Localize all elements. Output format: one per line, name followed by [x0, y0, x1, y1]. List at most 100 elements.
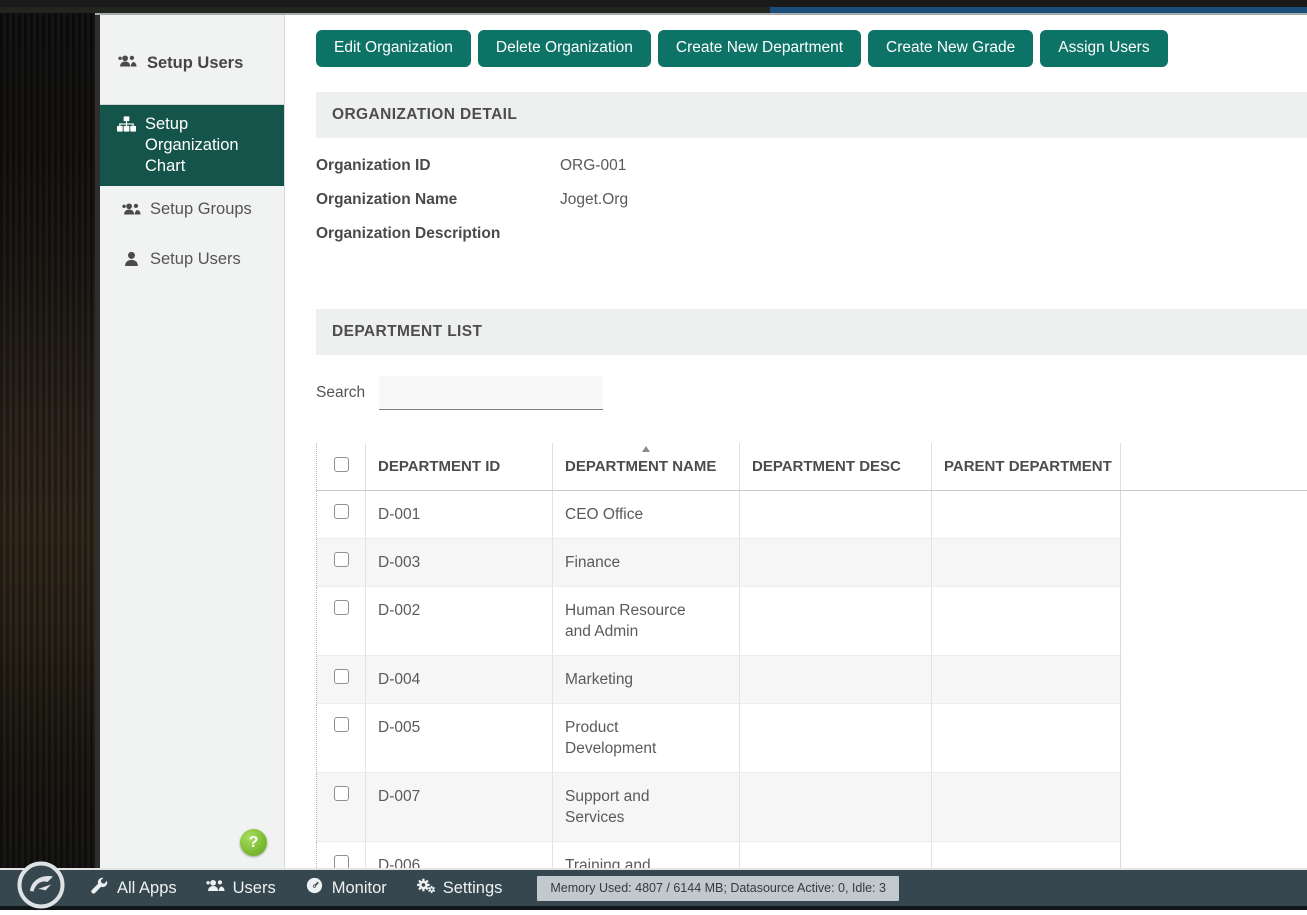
organization-detail-fields: Organization ID ORG-001 Organization Nam… — [316, 138, 1307, 284]
sort-ascending-icon — [642, 446, 650, 452]
toolbar: Edit Organization Delete Organization Cr… — [316, 30, 1307, 67]
main-content: Edit Organization Delete Organization Cr… — [286, 15, 1307, 868]
nav-item-all-apps[interactable]: All Apps — [88, 873, 179, 903]
cell-department-desc — [740, 703, 932, 772]
row-checkbox[interactable] — [334, 786, 349, 801]
field-value: Joget.Org — [560, 191, 628, 210]
cell-department-id: D-001 — [366, 490, 553, 538]
background-image-strip — [0, 7, 95, 910]
users-group-icon — [122, 201, 141, 223]
cell-parent-department — [932, 841, 1121, 868]
cell-department-id: D-003 — [366, 538, 553, 586]
cell-department-name: Support and Services — [553, 772, 740, 841]
column-header-department-name[interactable]: DEPARTMENT NAME — [553, 443, 740, 490]
department-list-header: DEPARTMENT LIST — [316, 309, 1307, 355]
sidebar-item-label: Setup Users — [150, 249, 241, 270]
assign-users-button[interactable]: Assign Users — [1040, 30, 1167, 67]
cell-department-id: D-004 — [366, 655, 553, 703]
create-new-department-button[interactable]: Create New Department — [658, 30, 861, 67]
sidebar-item-label: Setup Groups — [150, 199, 252, 220]
field-value: ORG-001 — [560, 157, 626, 176]
sidebar-item-label: Setup Organization Chart — [145, 114, 276, 177]
nav-label: Monitor — [332, 879, 387, 898]
select-all-cell — [317, 443, 366, 490]
delete-organization-button[interactable]: Delete Organization — [478, 30, 651, 67]
gears-icon — [416, 877, 435, 899]
search-label: Search — [316, 384, 365, 402]
sidebar: Setup Users Setup Organization Chart Set… — [95, 15, 285, 868]
row-checkbox[interactable] — [334, 600, 349, 615]
cell-department-desc — [740, 538, 932, 586]
nav-label: Users — [233, 879, 276, 898]
cell-department-id: D-002 — [366, 586, 553, 655]
column-header-department-desc[interactable]: DEPARTMENT DESC — [740, 443, 932, 490]
sidebar-header-label: Setup Users — [147, 54, 243, 73]
cell-department-name: Finance — [553, 538, 740, 586]
select-all-checkbox[interactable] — [334, 457, 349, 472]
sidebar-header-setup-users[interactable]: Setup Users — [100, 15, 284, 105]
cell-parent-department — [932, 772, 1121, 841]
cell-parent-department — [932, 703, 1121, 772]
sidebar-item-setup-groups[interactable]: Setup Groups — [100, 186, 284, 236]
gauge-icon — [305, 877, 324, 899]
field-label: Organization ID — [316, 157, 560, 176]
cell-department-name: Product Development — [553, 703, 740, 772]
column-header-department-id[interactable]: DEPARTMENT ID — [366, 443, 553, 490]
nav-label: Settings — [443, 879, 503, 898]
sitemap-icon — [117, 116, 136, 138]
joget-logo[interactable] — [16, 860, 66, 910]
cell-department-name: CEO Office — [553, 490, 740, 538]
nav-label: All Apps — [117, 879, 177, 898]
cell-department-desc — [740, 490, 932, 538]
field-organization-id: Organization ID ORG-001 — [316, 157, 1307, 176]
field-label: Organization Description — [316, 225, 560, 244]
wrench-icon — [90, 877, 109, 899]
edit-organization-button[interactable]: Edit Organization — [316, 30, 471, 67]
cell-department-name: Marketing — [553, 655, 740, 703]
cell-department-desc — [740, 841, 932, 868]
cell-parent-department — [932, 490, 1121, 538]
row-checkbox[interactable] — [334, 504, 349, 519]
table-row: D-006 Training and Consulting — [317, 841, 1307, 868]
field-organization-description: Organization Description — [316, 225, 1307, 244]
cell-department-desc — [740, 772, 932, 841]
table-row: D-005 Product Development — [317, 703, 1307, 772]
table-row: D-003 Finance — [317, 538, 1307, 586]
organization-detail-header: ORGANIZATION DETAIL — [316, 92, 1307, 138]
cell-department-name: Human Resource and Admin — [553, 586, 740, 655]
create-new-grade-button[interactable]: Create New Grade — [868, 30, 1033, 67]
nav-item-monitor[interactable]: Monitor — [303, 873, 389, 903]
search-row: Search — [316, 376, 1307, 410]
table-row: D-004 Marketing — [317, 655, 1307, 703]
nav-item-users[interactable]: Users — [204, 873, 278, 903]
row-checkbox[interactable] — [334, 669, 349, 684]
system-status-badge: Memory Used: 4807 / 6144 MB; Datasource … — [537, 876, 899, 901]
nav-item-settings[interactable]: Settings — [414, 873, 505, 903]
table-row: D-007 Support and Services — [317, 772, 1307, 841]
help-button[interactable]: ? — [240, 829, 267, 856]
users-group-icon — [118, 53, 137, 74]
user-icon — [122, 251, 141, 273]
cell-parent-department — [932, 538, 1121, 586]
table-row: D-002 Human Resource and Admin — [317, 586, 1307, 655]
row-checkbox[interactable] — [334, 552, 349, 567]
field-organization-name: Organization Name Joget.Org — [316, 191, 1307, 210]
department-table: DEPARTMENT ID DEPARTMENT NAME DEPARTMENT… — [316, 443, 1307, 868]
row-checkbox[interactable] — [334, 855, 349, 869]
footer-bar: All Apps Users Monitor — [0, 868, 1307, 910]
top-gray-line — [95, 13, 1307, 15]
cell-department-name: Training and Consulting — [553, 841, 740, 868]
sidebar-item-setup-users[interactable]: Setup Users — [100, 236, 284, 286]
cell-department-desc — [740, 655, 932, 703]
cell-department-desc — [740, 586, 932, 655]
column-header-parent-department[interactable]: PARENT DEPARTMENT — [932, 443, 1121, 490]
cell-parent-department — [932, 586, 1121, 655]
sidebar-item-setup-organization-chart[interactable]: Setup Organization Chart — [100, 105, 284, 186]
field-label: Organization Name — [316, 191, 560, 210]
search-input[interactable] — [379, 376, 603, 410]
row-checkbox[interactable] — [334, 717, 349, 732]
footer-nav: All Apps Users Monitor — [88, 873, 504, 903]
cell-department-id: D-007 — [366, 772, 553, 841]
top-black-bar — [0, 0, 1307, 7]
table-header-row: DEPARTMENT ID DEPARTMENT NAME DEPARTMENT… — [317, 443, 1307, 490]
